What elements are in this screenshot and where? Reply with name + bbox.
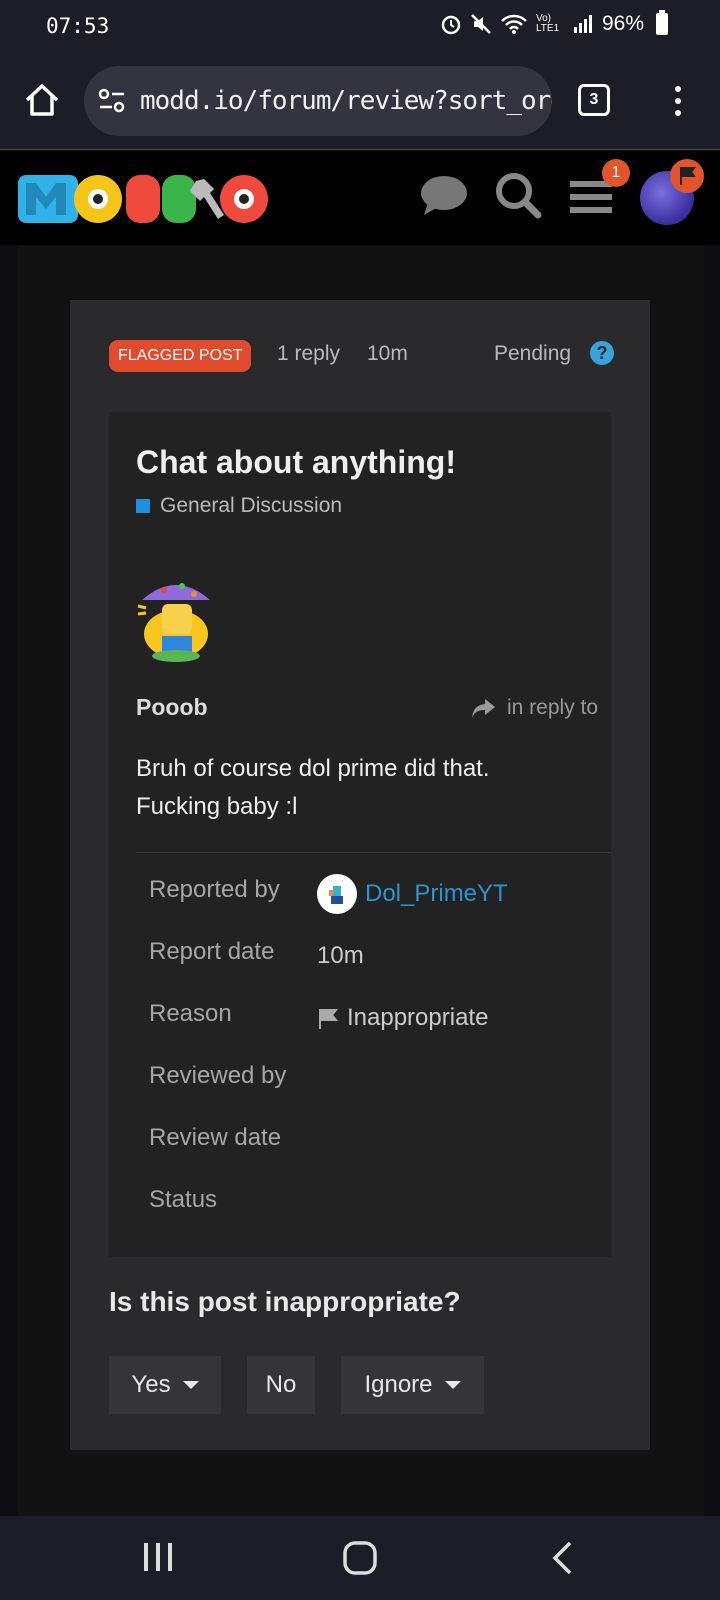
moderation-question: Is this post inappropriate? bbox=[109, 1286, 461, 1317]
battery-percent: 96% bbox=[601, 12, 644, 35]
reply-arrow-icon bbox=[472, 699, 495, 718]
yes-button[interactable]: Yes bbox=[109, 1356, 221, 1414]
system-navigation-bar bbox=[0, 1516, 720, 1600]
in-reply-to-link[interactable]: in reply to bbox=[471, 696, 598, 720]
post-body-line-2: Fucking baby :l bbox=[136, 793, 298, 820]
reported-by-value[interactable]: Dol_PrimeYT bbox=[317, 874, 508, 914]
reporter-avatar-image bbox=[329, 886, 343, 904]
post-author-name[interactable]: Pooob bbox=[136, 694, 208, 721]
url-bar[interactable]: modd.io/forum/review?sort_orde bbox=[84, 66, 552, 136]
review-date-label: Review date bbox=[149, 1124, 282, 1151]
post-author-avatar[interactable] bbox=[136, 574, 218, 662]
url-text[interactable]: modd.io/forum/review?sort_orde bbox=[140, 86, 552, 116]
ignore-button[interactable]: Ignore bbox=[341, 1356, 484, 1414]
mute-icon bbox=[471, 14, 491, 34]
reply-count: 1 reply bbox=[277, 342, 341, 365]
no-label: No bbox=[265, 1371, 297, 1398]
status-time: 07:53 bbox=[46, 14, 110, 38]
post-body: Bruh of course dol prime did that. Fucki… bbox=[136, 750, 606, 826]
post-body-line-1: Bruh of course dol prime did that. bbox=[136, 755, 490, 782]
reason-label: Reason bbox=[149, 1000, 232, 1027]
ignore-label: Ignore bbox=[364, 1371, 433, 1398]
post-panel: Chat about anything! General Discussion … bbox=[109, 412, 611, 1257]
notification-badge: 1 bbox=[602, 159, 630, 187]
divider bbox=[136, 852, 611, 853]
chat-icon[interactable] bbox=[420, 173, 468, 217]
category-color-swatch bbox=[136, 499, 150, 513]
tab-switcher-button[interactable]: 3 bbox=[578, 84, 610, 116]
reporter-name-link[interactable]: Dol_PrimeYT bbox=[365, 880, 508, 908]
wifi-icon bbox=[501, 14, 527, 34]
category-label: General Discussion bbox=[160, 494, 343, 517]
yes-label: Yes bbox=[131, 1371, 171, 1398]
status-bar: 07:53 Vo) LTE1 96% bbox=[0, 0, 720, 52]
flag-icon bbox=[319, 1009, 339, 1029]
status-label: Status bbox=[149, 1186, 218, 1213]
category-link[interactable]: General Discussion bbox=[136, 494, 342, 518]
site-header: 1 bbox=[0, 151, 720, 245]
review-status: Pending bbox=[494, 342, 572, 365]
recent-apps-icon[interactable] bbox=[142, 1540, 174, 1574]
reply-to-label: in reply to bbox=[507, 696, 599, 719]
search-icon[interactable] bbox=[494, 171, 542, 219]
review-card: FLAGGED POST 1 reply 10m Pending ? Chat … bbox=[70, 300, 650, 1450]
post-age: 10m bbox=[367, 342, 408, 365]
home-nav-icon[interactable] bbox=[342, 1540, 378, 1576]
reporter-avatar[interactable] bbox=[317, 874, 357, 914]
browser-menu-icon[interactable] bbox=[670, 82, 686, 120]
help-icon[interactable]: ? bbox=[590, 341, 614, 365]
topic-title[interactable]: Chat about anything! bbox=[136, 444, 456, 481]
alarm-icon bbox=[441, 15, 461, 35]
report-date-value: 10m bbox=[317, 942, 364, 969]
reviewed-by-label: Reviewed by bbox=[149, 1062, 287, 1089]
reported-by-label: Reported by bbox=[149, 876, 280, 903]
signal-icon bbox=[573, 15, 592, 33]
browser-toolbar: modd.io/forum/review?sort_orde 3 bbox=[0, 52, 720, 150]
back-icon[interactable] bbox=[550, 1540, 574, 1576]
flag-icon bbox=[680, 167, 696, 185]
report-date-label: Report date bbox=[149, 938, 275, 965]
reason-value: Inappropriate bbox=[317, 1004, 488, 1032]
site-settings-icon[interactable] bbox=[98, 88, 126, 114]
reason-text: Inappropriate bbox=[347, 1004, 489, 1031]
chevron-down-icon bbox=[182, 1381, 199, 1389]
battery-icon bbox=[656, 10, 668, 35]
home-icon[interactable] bbox=[22, 80, 62, 120]
status-icons: Vo) LTE1 96% bbox=[440, 10, 668, 36]
flagged-post-badge: FLAGGED POST bbox=[109, 340, 252, 372]
network-label: Vo) LTE1 bbox=[535, 13, 560, 34]
flag-notification-badge bbox=[670, 159, 704, 193]
chevron-down-icon bbox=[444, 1381, 461, 1389]
moddio-logo[interactable] bbox=[18, 165, 272, 231]
no-button[interactable]: No bbox=[247, 1356, 315, 1414]
